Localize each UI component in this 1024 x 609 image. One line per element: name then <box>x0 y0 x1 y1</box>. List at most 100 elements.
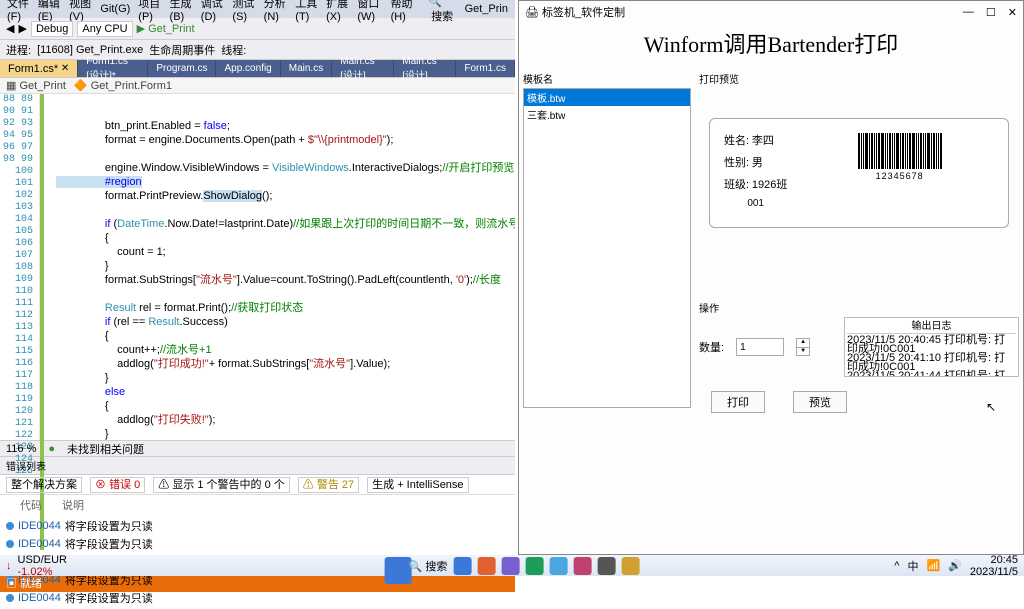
menu-help[interactable]: 帮助(H) <box>388 0 418 23</box>
barcode-text: 12345678 <box>805 171 994 181</box>
search-icon[interactable]: 🔍 搜索 <box>425 0 459 24</box>
minimize-button[interactable]: — <box>963 6 974 19</box>
col-code: 代码 <box>20 497 42 513</box>
menu-git[interactable]: Git(G) <box>97 3 133 15</box>
stock-ticker[interactable]: USD/EUR-1.02% <box>18 554 68 578</box>
menu-extensions[interactable]: 扩展(X) <box>323 0 352 23</box>
editor-status-bar: 116 % ● 未找到相关问题 <box>0 440 515 456</box>
error-list-panel: 错误列表 整个解决方案 ⊗ 错误 0 ⚠ 显示 1 个警告中的 0 个 ⚠ 警告… <box>0 456 515 556</box>
nav-back-icon[interactable]: ◀ <box>6 22 14 35</box>
taskbar-icon[interactable] <box>525 557 543 575</box>
taskbar-center: 🔍 搜索 <box>385 557 640 575</box>
tab-main3[interactable]: Main.cs [设计] <box>394 60 456 77</box>
platform-dropdown[interactable]: Any CPU <box>77 21 132 37</box>
stock-icon[interactable]: ↓ <box>6 560 12 572</box>
zoom-level[interactable]: 116 % <box>6 443 36 455</box>
taskbar-icon[interactable] <box>549 557 567 575</box>
clock[interactable]: 20:452023/11/5 <box>970 554 1018 578</box>
config-dropdown[interactable]: Debug <box>31 21 73 37</box>
find-status: 未找到相关问题 <box>67 441 144 457</box>
taskbar-icon[interactable] <box>477 557 495 575</box>
nav-fwd-icon[interactable]: ▶ <box>18 22 26 35</box>
template-item-1[interactable]: 三套.btw <box>524 106 690 123</box>
scope-dropdown[interactable]: 整个解决方案 <box>6 477 82 493</box>
preview-label: 打印预览 <box>699 69 1019 88</box>
print-button[interactable]: 打印 <box>711 391 765 413</box>
taskbar-icon[interactable] <box>621 557 639 575</box>
tab-form1b[interactable]: Form1.cs <box>456 60 515 77</box>
process-label: 进程: <box>6 42 31 58</box>
error-item[interactable]: IDE0044将字段设置为只读 <box>6 517 509 535</box>
bartender-window: 🖨 标签机_软件定制 — ☐ ✕ Winform调用Bartender打印 模板… <box>518 0 1024 555</box>
error-item[interactable]: IDE0044将字段设置为只读 <box>6 535 509 553</box>
visual-studio-window: 文件(F) 编辑(E) 视图(V) Git(G) 项目(P) 生成(B) 调试(… <box>0 0 515 555</box>
col-desc: 说明 <box>62 497 84 513</box>
window-title: 🖨 标签机_软件定制 <box>525 4 625 20</box>
error-panel-title: 错误列表 <box>0 457 515 475</box>
windows-taskbar: ↓ USD/EUR-1.02% 🔍 搜索 ^ 中 📶 🔊 20:452023/1… <box>0 555 1024 576</box>
template-item-0[interactable]: 模板.btw <box>524 89 690 106</box>
app-title: Winform调用Bartender打印 <box>519 23 1023 67</box>
taskbar-icon[interactable] <box>597 557 615 575</box>
process-dropdown[interactable]: [11608] Get_Print.exe <box>37 44 143 56</box>
threads-label: 线程: <box>221 42 246 58</box>
volume-icon[interactable]: 🔊 <box>948 559 962 572</box>
menu-file[interactable]: 文件(F) <box>4 0 33 23</box>
tab-program[interactable]: Program.cs <box>148 60 216 77</box>
barcode-graphic <box>805 133 994 169</box>
solution-name: Get_Prin <box>462 3 511 15</box>
qty-spinner[interactable]: ▲▼ <box>796 338 810 356</box>
no-issues-icon: ● <box>48 443 55 455</box>
right-panel: 打印预览 姓名: 李四 性别: 男 班级: 1926班 001 12345678… <box>699 69 1019 575</box>
tab-appconfig[interactable]: App.config <box>216 60 280 77</box>
menu-build[interactable]: 生成(B) <box>167 0 196 23</box>
error-count[interactable]: ⊗ 错误 0 <box>90 477 145 493</box>
warn-lead[interactable]: ⚠ 显示 1 个警告中的 0 个 <box>153 477 290 493</box>
line-numbers: 88 89 90 91 92 93 94 95 96 97 98 99 100 … <box>0 94 40 440</box>
qty-input[interactable] <box>736 338 784 356</box>
tab-main2[interactable]: Main.cs [设计] <box>332 60 394 77</box>
ime-icon[interactable]: 中 <box>907 558 918 574</box>
tab-main1[interactable]: Main.cs <box>281 60 332 77</box>
run-button[interactable]: ▶ Get_Print <box>137 22 195 35</box>
tray-icon[interactable]: ^ <box>894 560 899 572</box>
document-tabs: Form1.cs* ✕ Form1.cs [设计]* Program.cs Ap… <box>0 60 515 78</box>
label-preview: 姓名: 李四 性别: 男 班级: 1926班 001 12345678 <box>709 118 1009 228</box>
change-margin <box>40 94 52 440</box>
operations-area: 操作 数量: ▲▼ 输出日志 2023/11/5 20:40:45 打印机号: … <box>699 298 1019 413</box>
log-output[interactable]: 输出日志 2023/11/5 20:40:45 打印机号: 打印成功!0C001… <box>844 317 1019 377</box>
template-list[interactable]: 模板.btw 三套.btw <box>523 88 691 408</box>
template-label: 模板名 <box>523 69 691 88</box>
maximize-button[interactable]: ☐ <box>986 6 996 19</box>
code-editor[interactable]: 88 89 90 91 92 93 94 95 96 97 98 99 100 … <box>0 94 515 440</box>
menu-project[interactable]: 项目(P) <box>135 0 164 23</box>
taskbar-icon[interactable] <box>573 557 591 575</box>
breadcrumb-project[interactable]: ▦ Get_Print <box>6 79 66 92</box>
template-panel: 模板名 模板.btw 三套.btw <box>523 69 691 575</box>
error-toolbar: 整个解决方案 ⊗ 错误 0 ⚠ 显示 1 个警告中的 0 个 ⚠ 警告 27 生… <box>0 475 515 495</box>
bartender-titlebar: 🖨 标签机_软件定制 — ☐ ✕ <box>519 1 1023 23</box>
taskbar-vs-icon[interactable] <box>501 557 519 575</box>
qty-label: 数量: <box>699 339 724 355</box>
intellisense-dropdown[interactable]: 生成 + IntelliSense <box>367 477 468 493</box>
menu-test[interactable]: 测试(S) <box>229 0 258 23</box>
lifecycle-label: 生命周期事件 <box>149 42 215 58</box>
tab-form1-design[interactable]: Form1.cs [设计]* <box>78 60 148 77</box>
code-content[interactable]: btn_print.Enabled = false; format = engi… <box>52 94 515 440</box>
menu-window[interactable]: 窗口(W) <box>354 0 385 23</box>
start-button[interactable] <box>385 557 403 575</box>
menu-analyze[interactable]: 分析(N) <box>261 0 291 23</box>
preview-button[interactable]: 预览 <box>793 391 847 413</box>
warn-count[interactable]: ⚠ 警告 27 <box>298 477 359 493</box>
taskbar-icon[interactable] <box>453 557 471 575</box>
menu-debug[interactable]: 调试(D) <box>198 0 228 23</box>
vs-menubar: 文件(F) 编辑(E) 视图(V) Git(G) 项目(P) 生成(B) 调试(… <box>0 0 515 18</box>
breadcrumb-class[interactable]: 🔶 Get_Print.Form1 <box>74 79 172 92</box>
ops-label: 操作 <box>699 298 1019 317</box>
wifi-icon[interactable]: 📶 <box>926 559 940 572</box>
tab-form1-cs[interactable]: Form1.cs* ✕ <box>0 60 78 77</box>
taskbar-search[interactable]: 🔍 搜索 <box>409 558 448 574</box>
close-button[interactable]: ✕ <box>1008 6 1017 19</box>
log-title: 输出日志 <box>847 320 1016 334</box>
menu-tools[interactable]: 工具(T) <box>292 0 321 23</box>
